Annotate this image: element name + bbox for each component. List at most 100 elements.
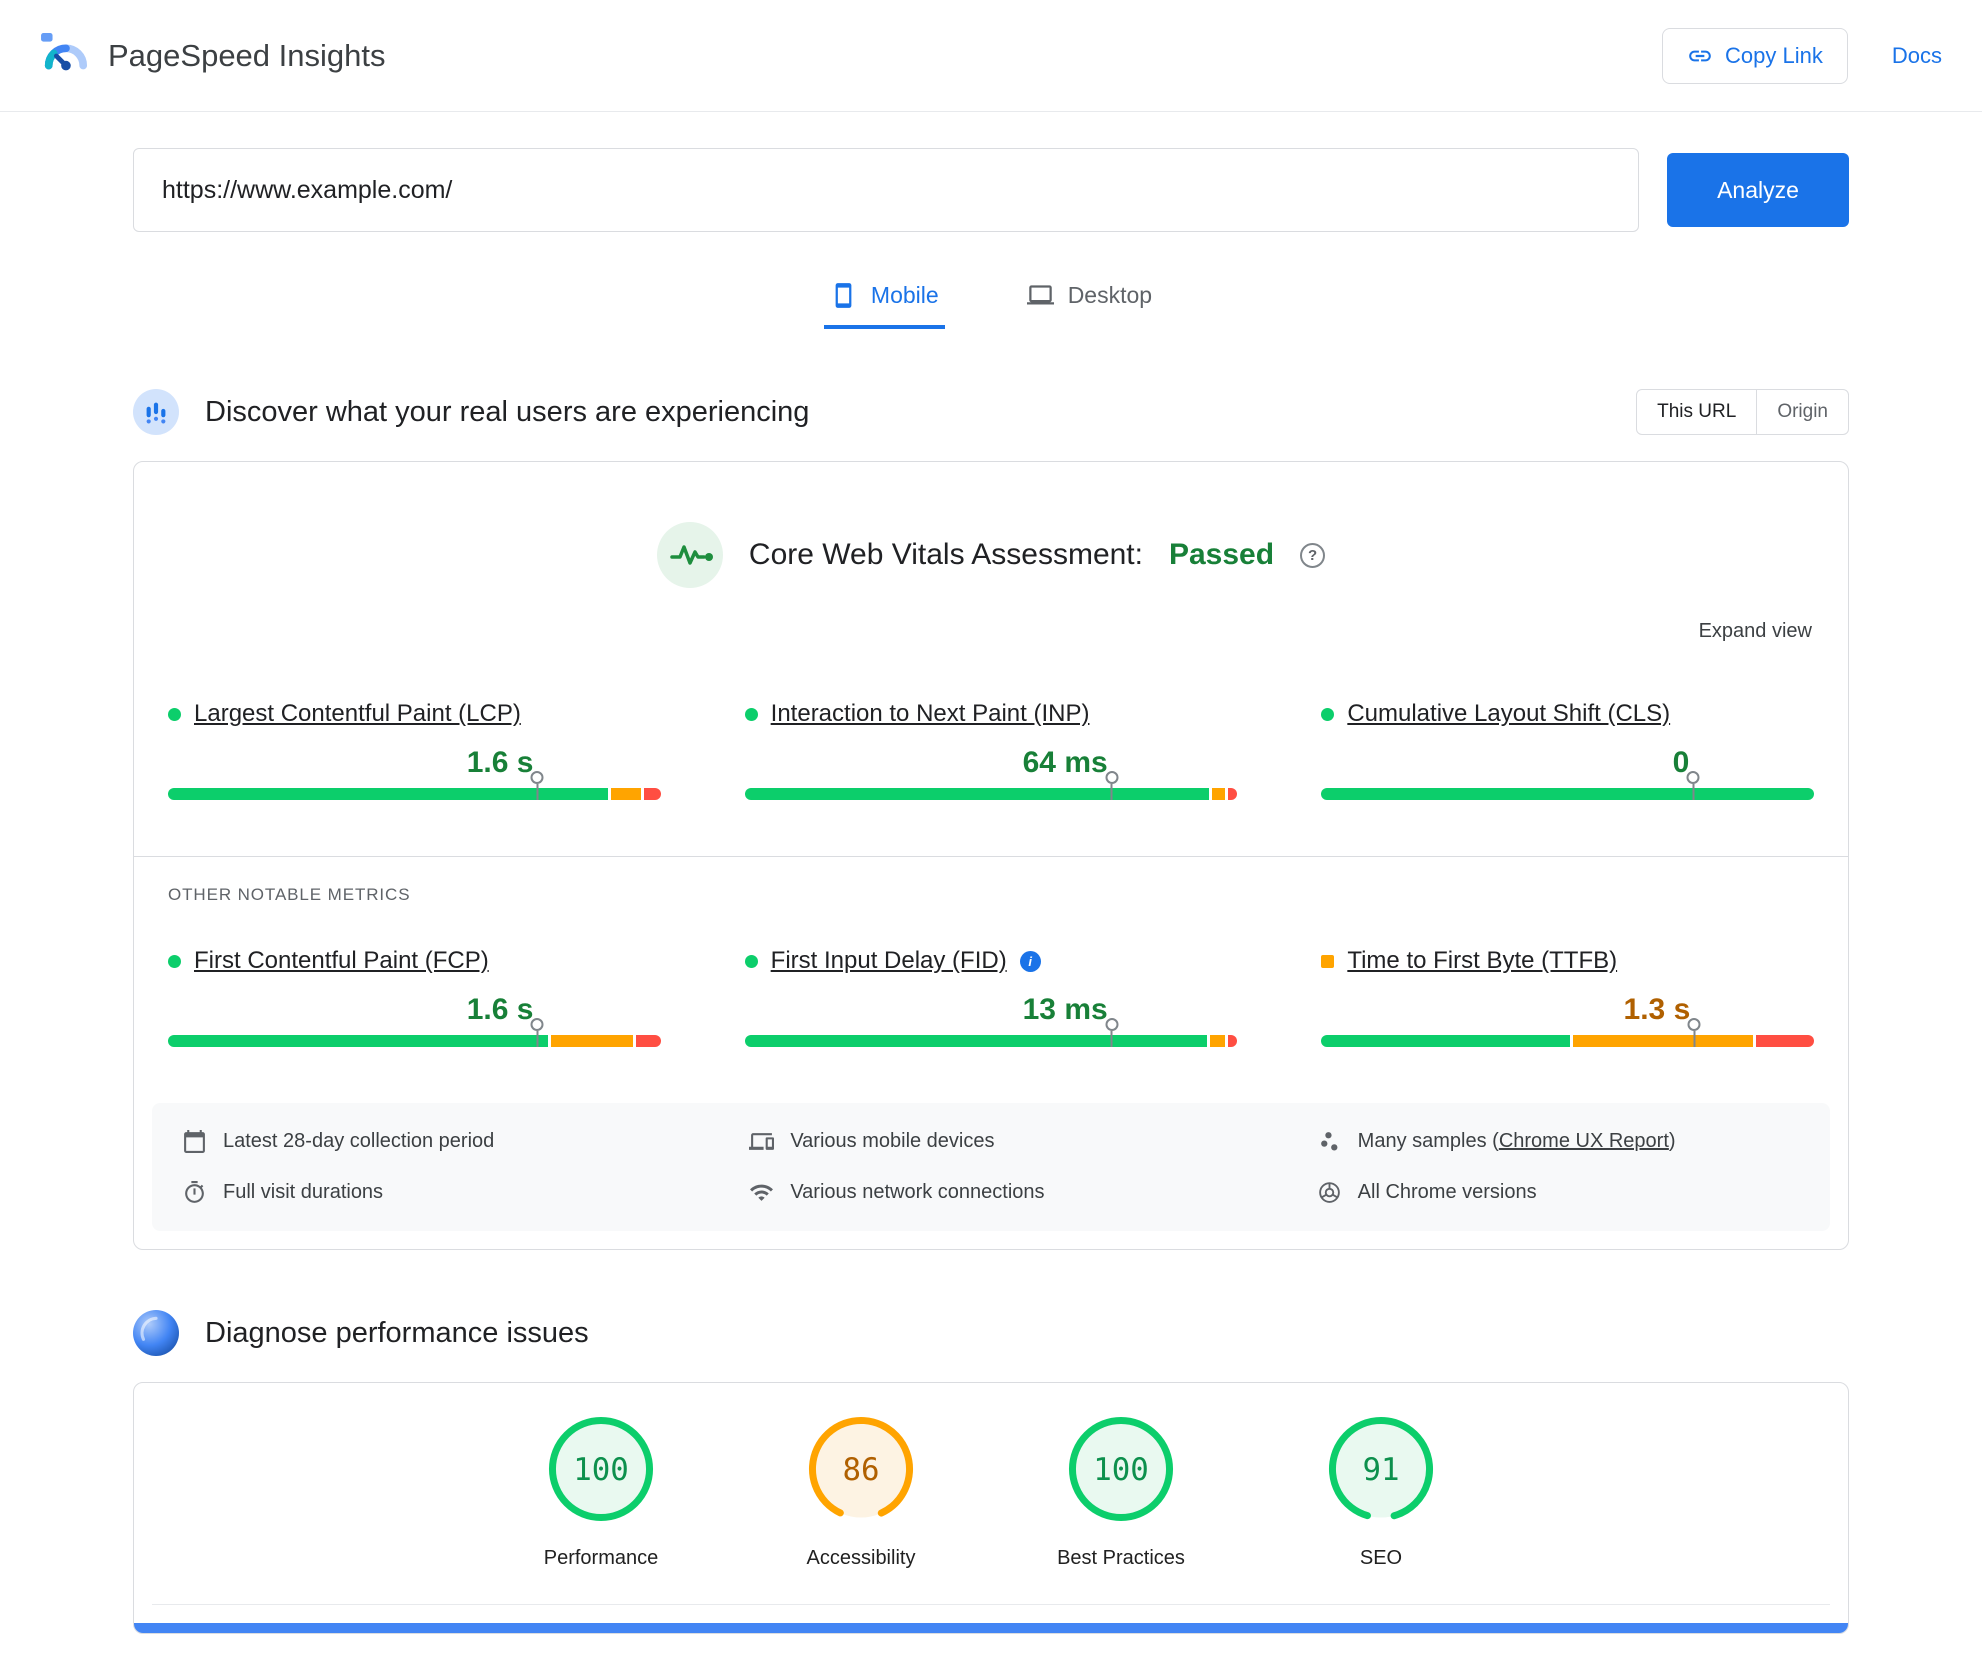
gauge-ring: 100 — [1068, 1416, 1174, 1522]
metric-name-link[interactable]: Interaction to Next Paint (INP) — [771, 700, 1090, 728]
crux-icon — [133, 389, 179, 435]
metric-bar-wrap — [168, 1035, 661, 1047]
metric-name-link[interactable]: First Contentful Paint (FCP) — [194, 947, 489, 975]
detail-icon — [749, 1129, 775, 1154]
docs-link[interactable]: Docs — [1892, 43, 1942, 69]
metric-distribution-bar — [168, 1035, 661, 1047]
detail-text-wrap: Full visit durations — [223, 1181, 383, 1204]
metric: First Input Delay (FID) i 13 ms — [744, 947, 1238, 1047]
other-metrics-row: First Contentful Paint (FCP) i 1.6 s Fir… — [134, 905, 1848, 1047]
pagespeed-logo-icon — [41, 32, 88, 70]
metric-bar-wrap — [1321, 788, 1814, 800]
lighthouse-card: 100 Performance 86 Accessibility 100 Bes… — [133, 1382, 1849, 1634]
score-gauge[interactable]: 100 Performance — [521, 1413, 681, 1570]
detail-text-wrap: Many samples (Chrome UX Report) — [1358, 1130, 1676, 1153]
lighthouse-card-divider — [152, 1604, 1830, 1605]
detail-suffix: ) — [1668, 1130, 1676, 1152]
metric-status-icon — [168, 707, 181, 721]
other-metrics-label: OTHER NOTABLE METRICS — [168, 885, 411, 904]
detail-text-wrap: Latest 28-day collection period — [223, 1130, 494, 1153]
tab-desktop-label: Desktop — [1067, 282, 1153, 308]
metric-value: 1.6 s — [466, 746, 534, 779]
metric-value-line: 64 ms — [745, 742, 1238, 780]
metric-marker-pin — [1105, 1018, 1118, 1047]
score-gauge[interactable]: 91 SEO — [1301, 1413, 1461, 1570]
metric: First Contentful Paint (FCP) i 1.6 s — [168, 947, 661, 1047]
field-section-header: Discover what your real users are experi… — [133, 389, 1849, 435]
analyze-button[interactable]: Analyze — [1667, 153, 1849, 227]
score-gauges-row: 100 Performance 86 Accessibility 100 Bes… — [134, 1383, 1848, 1570]
metric-header: First Contentful Paint (FCP) i — [168, 947, 661, 975]
metric-distribution-bar — [168, 788, 661, 800]
expand-view-button[interactable]: Expand view — [1699, 620, 1812, 643]
metric-value-line: 1.6 s — [168, 989, 661, 1027]
score-label: SEO — [1359, 1547, 1403, 1569]
score-gauge[interactable]: 100 Best Practices — [1041, 1413, 1201, 1570]
metric-distribution-bar — [1321, 788, 1814, 800]
core-metrics-row: Largest Contentful Paint (LCP) i 1.6 s I… — [134, 588, 1848, 800]
tab-desktop[interactable]: Desktop — [1021, 274, 1158, 329]
metric-name-link[interactable]: Largest Contentful Paint (LCP) — [194, 700, 521, 728]
link-icon — [1689, 50, 1711, 61]
metric-bar-wrap — [168, 788, 661, 800]
score-value: 91 — [1362, 1452, 1399, 1488]
diagnose-section-title: Diagnose performance issues — [205, 1316, 589, 1349]
detail-text: Various mobile devices — [790, 1130, 995, 1152]
metric-bar-wrap — [744, 1035, 1238, 1047]
score-gauge[interactable]: 86 Accessibility — [781, 1413, 941, 1570]
metric-header: Interaction to Next Paint (INP) i — [744, 700, 1238, 728]
desktop-icon — [1026, 285, 1054, 305]
metric-marker-pin — [531, 1018, 544, 1047]
gauge-ring: 100 — [548, 1416, 654, 1522]
metric-header: First Input Delay (FID) i — [744, 947, 1238, 975]
help-icon[interactable]: ? — [1300, 542, 1326, 568]
metric-name-link[interactable]: Time to First Byte (TTFB) — [1347, 947, 1617, 975]
toggle-this-url[interactable]: This URL — [1637, 390, 1756, 434]
metric-value-line: 1.6 s — [168, 742, 661, 780]
collection-details: Latest 28-day collection period Various … — [152, 1103, 1830, 1231]
collection-detail-item: Various mobile devices — [749, 1129, 1232, 1154]
metric: Time to First Byte (TTFB) i 1.3 s — [1321, 947, 1814, 1047]
metric: Interaction to Next Paint (INP) i 64 ms — [744, 700, 1238, 800]
metric-status-icon — [168, 954, 181, 968]
main-content: Discover what your real users are experi… — [0, 389, 1982, 1634]
info-icon[interactable]: i — [1019, 950, 1041, 972]
score-value: 86 — [842, 1452, 879, 1488]
diagnose-section-header: Diagnose performance issues — [133, 1310, 1849, 1356]
metric-header: Time to First Byte (TTFB) i — [1321, 947, 1814, 975]
tab-mobile[interactable]: Mobile — [823, 274, 945, 329]
detail-icon — [182, 1129, 207, 1154]
metric-value-line: 13 ms — [745, 989, 1238, 1027]
metric-distribution-bar — [744, 788, 1238, 800]
metric-marker-pin — [1687, 771, 1700, 800]
metric-name-link[interactable]: First Input Delay (FID) — [771, 947, 1007, 975]
metric-value: 64 ms — [1022, 746, 1108, 779]
chrome-ux-report-link[interactable]: Chrome UX Report — [1499, 1130, 1669, 1152]
gauge-ring: 91 — [1328, 1416, 1434, 1522]
metric-header: Largest Contentful Paint (LCP) i — [168, 700, 661, 728]
copy-link-button[interactable]: Copy Link — [1662, 27, 1848, 84]
metric-name-link[interactable]: Cumulative Layout Shift (CLS) — [1347, 700, 1670, 728]
metric-distribution-bar — [1321, 1035, 1814, 1047]
header-actions: Copy Link Docs — [1662, 27, 1942, 84]
detail-icon — [1317, 1129, 1342, 1154]
detail-icon — [182, 1180, 207, 1205]
metric-value-line: 0 — [1321, 742, 1814, 780]
url-input[interactable] — [133, 148, 1639, 232]
toggle-origin[interactable]: Origin — [1756, 390, 1848, 434]
url-origin-toggle: This URL Origin — [1636, 389, 1849, 435]
metric-value-line: 1.3 s — [1321, 989, 1814, 1027]
cwv-assessment-label: Core Web Vitals Assessment: — [748, 538, 1143, 571]
detail-text: Various network connections — [790, 1181, 1045, 1203]
metric-status-icon — [1321, 707, 1335, 721]
collection-detail-item: Latest 28-day collection period — [182, 1129, 665, 1154]
url-bar: Analyze — [0, 112, 1982, 232]
app-header: PageSpeed Insights Copy Link Docs — [0, 0, 1982, 112]
metric-status-icon — [1321, 954, 1335, 968]
app-title: PageSpeed Insights — [108, 37, 386, 73]
detail-text: Latest 28-day collection period — [223, 1130, 495, 1152]
metric-value: 1.3 s — [1623, 993, 1691, 1026]
field-data-card: Core Web Vitals Assessment: Passed ? Exp… — [133, 461, 1849, 1250]
metric-bar-wrap — [1321, 1035, 1814, 1047]
detail-text-wrap: Various mobile devices — [790, 1130, 994, 1153]
